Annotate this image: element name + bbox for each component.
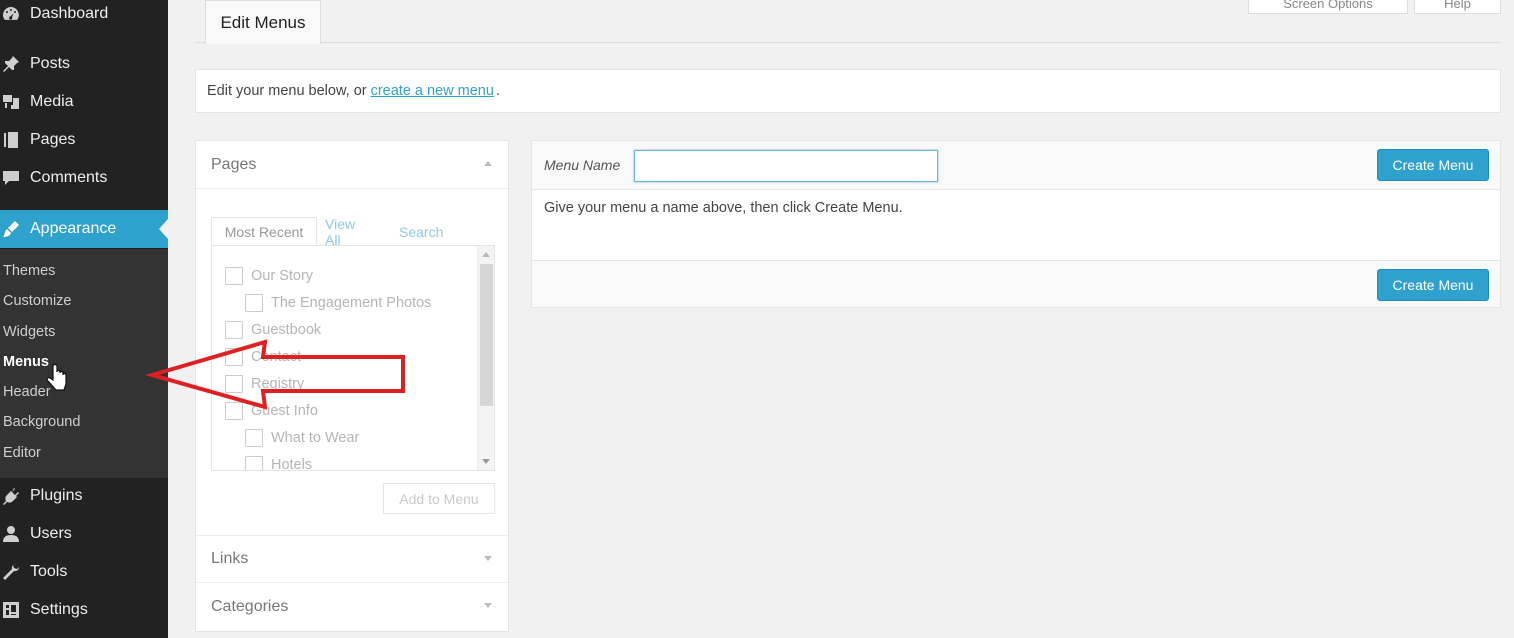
accordion-title: Links xyxy=(211,550,249,567)
sidebar-item-appearance[interactable]: Appearance xyxy=(0,210,168,248)
list-scrollbar[interactable] xyxy=(477,246,494,470)
sidebar-item-dashboard[interactable]: Dashboard xyxy=(0,0,168,32)
scroll-up-arrow-icon[interactable] xyxy=(482,252,490,257)
page-label: The Engagement Photos xyxy=(271,295,432,311)
plug-icon xyxy=(0,485,22,507)
sidebar-item-label: Plugins xyxy=(30,487,83,504)
sidebar-item-label: Dashboard xyxy=(30,5,109,22)
create-menu-button-top[interactable]: Create Menu xyxy=(1377,149,1489,181)
settings-icon xyxy=(0,599,22,621)
scroll-thumb[interactable] xyxy=(480,264,493,406)
sidebar-item-label: Media xyxy=(30,93,74,110)
checkbox[interactable] xyxy=(225,348,243,366)
help-button[interactable]: Help xyxy=(1414,0,1501,14)
submenu-item-menus[interactable]: Menus xyxy=(3,350,49,374)
menu-instructions: Give your menu a name above, then click … xyxy=(544,200,903,216)
tab-view-all[interactable]: View All xyxy=(325,216,355,248)
appearance-submenu: Themes Customize Widgets Menus Header Ba… xyxy=(0,249,168,478)
screen-options-button[interactable]: Screen Options xyxy=(1248,0,1408,14)
accordion-categories-header[interactable]: Categories xyxy=(196,583,508,631)
chevron-down-icon xyxy=(484,603,492,608)
sidebar-item-settings[interactable]: Settings xyxy=(0,592,168,628)
page-label: Our Story xyxy=(251,268,314,284)
chevron-down-icon xyxy=(484,556,492,561)
menu-header: Menu Name Create Menu xyxy=(532,141,1500,190)
sidebar-item-users[interactable]: Users xyxy=(0,516,168,552)
accordion-links-header[interactable]: Links xyxy=(196,535,508,583)
list-item[interactable]: Our Story xyxy=(225,266,313,286)
sidebar-item-tools[interactable]: Tools xyxy=(0,554,168,590)
tab-most-recent[interactable]: Most Recent xyxy=(211,217,317,246)
page-label: Hotels xyxy=(271,457,313,471)
wrench-icon xyxy=(0,561,22,583)
sidebar-item-comments[interactable]: Comments xyxy=(0,160,168,196)
submenu-item-editor[interactable]: Editor xyxy=(3,441,41,465)
create-menu-button-bottom[interactable]: Create Menu xyxy=(1377,269,1489,301)
submenu-item-header[interactable]: Header xyxy=(3,380,51,404)
pin-icon xyxy=(0,53,22,75)
add-menu-items-panel: Pages Most Recent View All Search Our St… xyxy=(195,140,509,632)
tab-divider xyxy=(195,42,1501,43)
create-new-menu-link[interactable]: create a new menu xyxy=(371,83,494,99)
sidebar-item-label: Comments xyxy=(30,169,108,186)
sidebar-item-media[interactable]: Media xyxy=(0,84,168,120)
sidebar-item-label: Pages xyxy=(30,131,76,148)
tab-edit-menus[interactable]: Edit Menus xyxy=(205,0,321,44)
scroll-down-arrow-icon[interactable] xyxy=(482,459,490,464)
accordion-title: Pages xyxy=(211,155,257,173)
sidebar-item-label: Posts xyxy=(30,55,71,72)
checkbox[interactable] xyxy=(225,402,243,420)
menu-notice: Edit your menu below, or create a new me… xyxy=(195,69,1501,113)
accordion-title: Categories xyxy=(211,598,289,615)
notice-text: Edit your menu below, or xyxy=(207,83,367,99)
checkbox[interactable] xyxy=(225,321,243,339)
submenu-item-customize[interactable]: Customize xyxy=(3,289,72,313)
sidebar-item-pages[interactable]: Pages xyxy=(0,122,168,158)
sidebar-item-plugins[interactable]: Plugins xyxy=(0,478,168,514)
list-item[interactable]: What to Wear xyxy=(245,428,359,448)
list-item[interactable]: Guest Info xyxy=(225,401,318,421)
sidebar-item-label: Appearance xyxy=(30,220,117,237)
accordion-pages-header[interactable]: Pages xyxy=(196,141,508,189)
sidebar-item-label: Tools xyxy=(30,563,68,580)
checkbox[interactable] xyxy=(225,267,243,285)
checkbox[interactable] xyxy=(225,375,243,393)
sidebar-item-label: Settings xyxy=(30,601,88,618)
dashboard-icon xyxy=(0,3,22,25)
checkbox[interactable] xyxy=(245,294,263,312)
menu-edit-panel: Menu Name Create Menu Give your menu a n… xyxy=(531,140,1501,308)
checkbox[interactable] xyxy=(245,456,263,470)
notice-suffix: . xyxy=(495,83,500,99)
submenu-item-background[interactable]: Background xyxy=(3,410,80,434)
page-label: Guest Info xyxy=(251,403,318,419)
page-label: Contact xyxy=(251,349,301,365)
list-item[interactable]: Contact xyxy=(225,347,301,367)
add-to-menu-button[interactable]: Add to Menu xyxy=(383,483,495,514)
brush-icon xyxy=(0,218,22,240)
page-label: Guestbook xyxy=(251,322,322,338)
chevron-up-icon xyxy=(484,161,492,166)
menu-footer: Create Menu xyxy=(532,260,1500,307)
submenu-item-themes[interactable]: Themes xyxy=(3,259,55,283)
page-label: What to Wear xyxy=(271,430,360,446)
menu-name-label: Menu Name xyxy=(544,157,621,173)
page-label: Registry xyxy=(251,376,305,392)
pages-checklist: Our Story The Engagement Photos Guestboo… xyxy=(211,245,495,471)
admin-sidebar: Dashboard Posts Media Pages Comments App… xyxy=(0,0,168,638)
checkbox[interactable] xyxy=(245,429,263,447)
media-icon xyxy=(0,91,22,113)
active-indicator xyxy=(159,219,168,239)
tab-search[interactable]: Search xyxy=(399,217,443,246)
list-item[interactable]: The Engagement Photos xyxy=(245,293,431,313)
pages-icon xyxy=(0,129,22,151)
sidebar-item-label: Users xyxy=(30,525,72,542)
sidebar-item-posts[interactable]: Posts xyxy=(0,46,168,82)
list-item[interactable]: Registry xyxy=(225,374,304,394)
comment-icon xyxy=(0,167,22,189)
menu-name-input[interactable] xyxy=(634,150,938,182)
list-item[interactable]: Hotels xyxy=(245,455,313,471)
submenu-item-widgets[interactable]: Widgets xyxy=(3,320,55,344)
user-icon xyxy=(0,523,22,545)
list-item[interactable]: Guestbook xyxy=(225,320,321,340)
